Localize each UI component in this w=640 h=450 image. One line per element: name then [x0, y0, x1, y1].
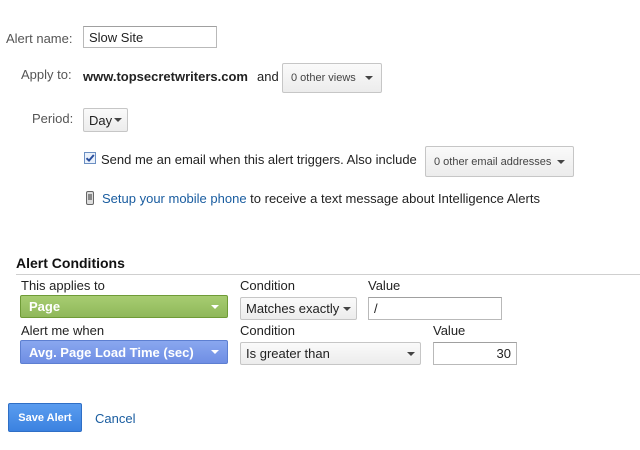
phone-text: to receive a text message about Intellig…: [250, 191, 540, 206]
cancel-link[interactable]: Cancel: [95, 411, 135, 426]
condition-value-2: Is greater than: [246, 346, 330, 361]
chevron-down-icon: [365, 76, 373, 80]
condition-dropdown-1[interactable]: Matches exactly: [240, 297, 357, 320]
chevron-down-icon: [407, 351, 415, 356]
email-checkbox[interactable]: [84, 152, 96, 164]
value-input-2[interactable]: [433, 342, 517, 365]
applies-to-dropdown[interactable]: Page: [20, 295, 228, 318]
checkmark-icon: [85, 154, 95, 163]
and-text: and: [257, 69, 279, 84]
condition-dropdown-2[interactable]: Is greater than: [240, 342, 421, 365]
condition-label-2: Condition: [240, 323, 295, 338]
other-views-dropdown[interactable]: 0 other views: [282, 63, 382, 93]
other-emails-label: 0 other email addresses: [434, 155, 552, 168]
site-name: www.topsecretwriters.com: [83, 69, 248, 84]
save-alert-button[interactable]: Save Alert: [8, 403, 82, 432]
period-label: Period:: [32, 111, 74, 126]
chevron-down-icon: [557, 159, 565, 164]
alert-name-label: Alert name:: [6, 31, 73, 46]
phone-row: Setup your mobile phone to receive a tex…: [102, 191, 540, 206]
chevron-down-icon: [211, 304, 219, 309]
applies-to-label: This applies to: [21, 278, 105, 293]
period-dropdown[interactable]: Day: [83, 108, 128, 132]
apply-to-label: Apply to:: [21, 67, 72, 82]
metric-value: Avg. Page Load Time (sec): [29, 344, 194, 360]
other-emails-dropdown[interactable]: 0 other email addresses: [425, 146, 574, 177]
value-input-1[interactable]: [368, 297, 502, 320]
chevron-down-icon: [211, 350, 219, 354]
value-label-2: Value: [433, 323, 466, 338]
alert-name-input[interactable]: [83, 26, 217, 48]
other-views-label: 0 other views: [291, 72, 356, 84]
divider: [16, 274, 640, 275]
condition-value-1: Matches exactly: [246, 301, 340, 316]
setup-mobile-link[interactable]: Setup your mobile phone: [102, 191, 247, 206]
alert-conditions-heading: Alert Conditions: [16, 255, 125, 271]
chevron-down-icon: [114, 118, 122, 122]
email-text: Send me an email when this alert trigger…: [101, 152, 417, 167]
condition-label-1: Condition: [240, 278, 295, 293]
period-value: Day: [89, 112, 113, 128]
chevron-down-icon: [343, 306, 351, 311]
applies-to-value: Page: [29, 299, 61, 314]
alert-when-label: Alert me when: [21, 323, 105, 338]
mobile-phone-icon: [86, 191, 94, 205]
metric-dropdown[interactable]: Avg. Page Load Time (sec): [20, 340, 228, 364]
value-label-1: Value: [368, 278, 401, 293]
